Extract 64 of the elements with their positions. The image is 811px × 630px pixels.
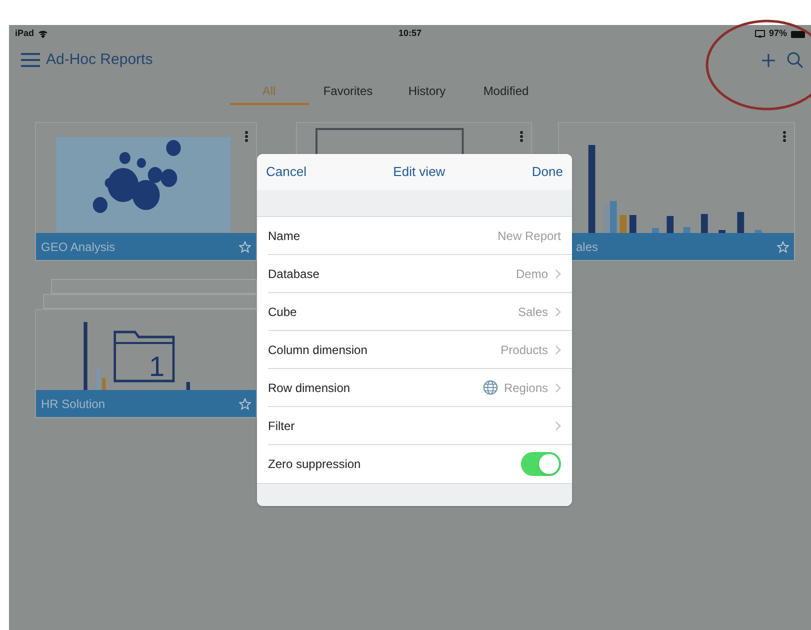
field-value: Regions	[504, 380, 548, 396]
card-title: GEO Analysis	[41, 238, 116, 256]
settings-row[interactable]: Row dimension Regions	[268, 369, 572, 407]
search-icon[interactable]	[787, 52, 803, 68]
wifi-icon	[38, 30, 48, 38]
star-icon[interactable]	[239, 240, 251, 252]
app-title: Ad-Hoc Reports	[46, 50, 153, 70]
field-value: Demo	[516, 266, 548, 282]
card-title: HR Solution	[41, 396, 106, 412]
folder-icon	[114, 330, 175, 382]
chevron-icon	[555, 344, 561, 354]
battery-icon	[791, 30, 805, 38]
star-icon[interactable]	[239, 398, 251, 410]
tab[interactable]: Modified	[466, 79, 546, 105]
chevron-icon	[555, 420, 561, 430]
field-label: Name	[268, 228, 302, 244]
chevron-icon	[555, 306, 561, 316]
field-label: Cube	[268, 304, 298, 320]
more-icon[interactable]	[520, 131, 523, 142]
airplay-icon	[754, 30, 765, 38]
more-icon[interactable]	[245, 131, 248, 142]
clock-time: 10:57	[398, 27, 422, 40]
settings-row[interactable]: Column dimension Products	[268, 331, 572, 369]
battery-percent: 97%	[768, 27, 787, 40]
field-value: Sales	[518, 304, 548, 320]
card-title: ales	[576, 238, 598, 256]
folder-number: 1	[149, 350, 165, 384]
chart-bar	[737, 212, 744, 233]
chart-bar	[700, 214, 708, 233]
field-value: Products	[500, 342, 548, 358]
chart-bar	[102, 378, 106, 390]
add-icon[interactable]	[762, 54, 775, 66]
dialog-title: Edit view	[393, 163, 446, 182]
chart-bar	[186, 382, 190, 390]
globe-icon	[482, 380, 498, 395]
report-card[interactable]: 1 HR Solution	[35, 309, 257, 418]
settings-row[interactable]: Database Demo	[268, 255, 572, 293]
field-label: Database	[268, 266, 320, 282]
chart-bar	[718, 230, 726, 233]
tab[interactable]: History	[388, 79, 466, 105]
chart-bar	[754, 230, 762, 233]
field-label: Row dimension	[268, 380, 352, 396]
settings-row[interactable]: Cube Sales	[268, 293, 572, 331]
chevron-icon	[555, 382, 561, 392]
chart-bar	[620, 215, 627, 233]
chart-bar	[96, 368, 100, 390]
toggle-switch[interactable]	[521, 452, 561, 476]
carrier-label: iPad	[15, 27, 34, 40]
field-label: Zero suppression	[268, 456, 362, 473]
field-label: Column dimension	[268, 342, 368, 358]
cancel-button[interactable]: Cancel	[266, 162, 306, 182]
chart-bar	[630, 215, 636, 233]
chart-bar	[683, 227, 690, 233]
more-icon[interactable]	[783, 131, 786, 142]
chart-bar	[652, 228, 659, 233]
tab[interactable]: Favorites	[308, 79, 388, 105]
field-label: Filter	[268, 418, 296, 434]
chart-bar	[666, 216, 674, 233]
chevron-icon	[555, 268, 561, 278]
menu-icon[interactable]	[21, 53, 40, 67]
settings-row[interactable]: Filter	[268, 407, 572, 445]
star-icon[interactable]	[777, 240, 789, 252]
field-value: New Report	[498, 228, 561, 244]
chart-bar	[84, 322, 88, 390]
